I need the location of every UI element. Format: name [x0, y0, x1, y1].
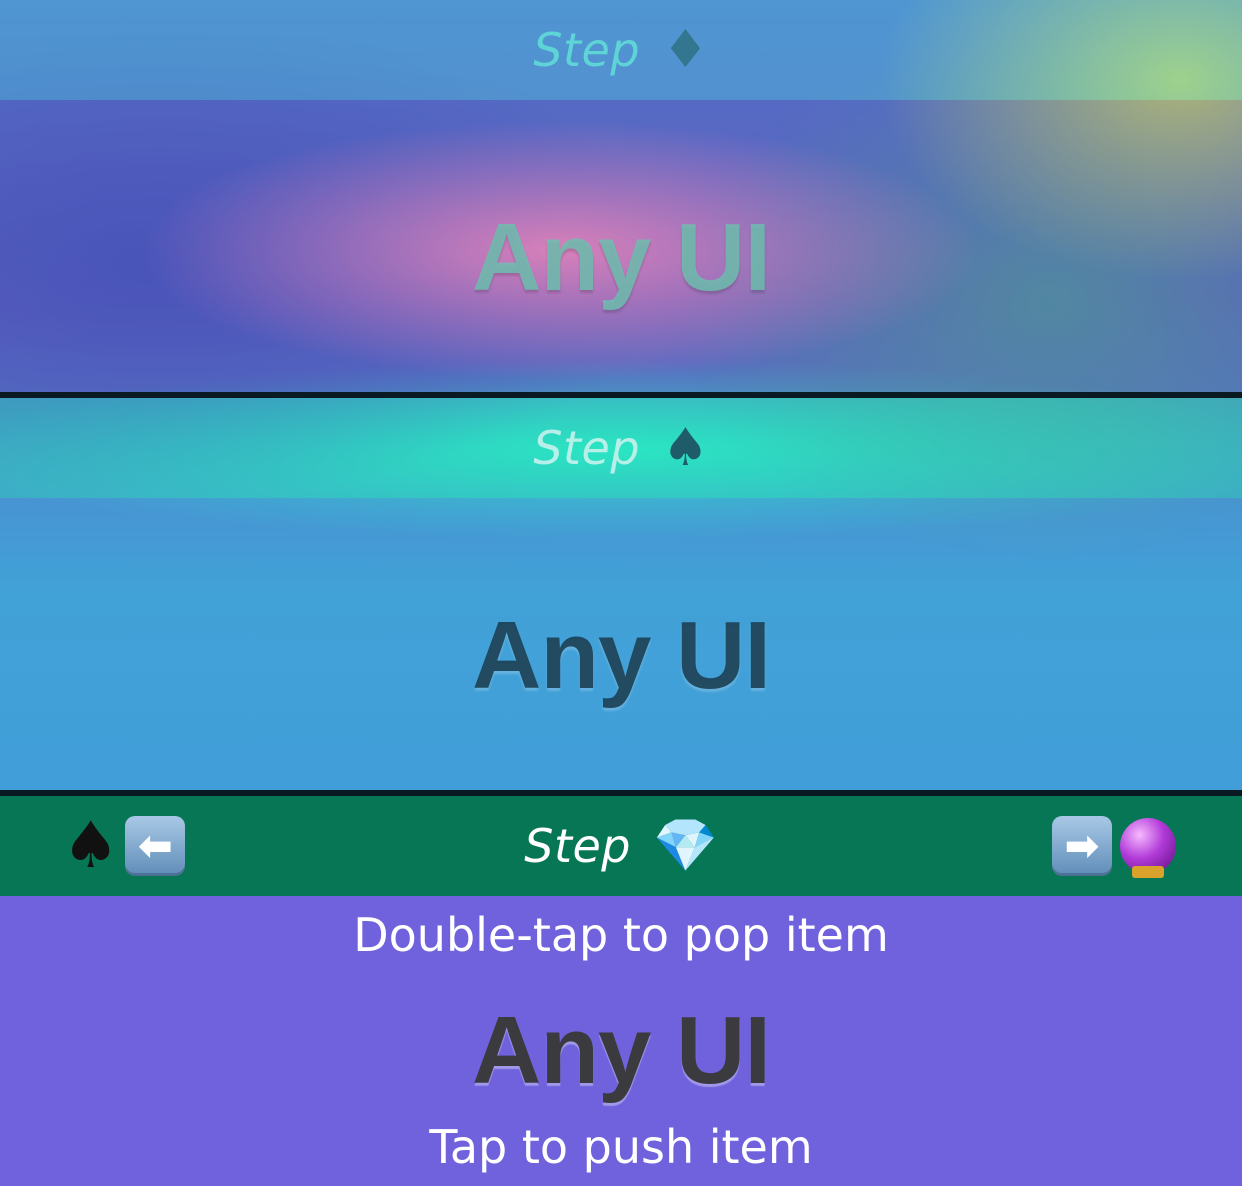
crystal-ball-icon[interactable] [1120, 818, 1176, 878]
diamond-suit-icon: ♦ [662, 20, 709, 80]
stacked-card-2: Step ♠ Any UI [0, 398, 1242, 790]
right-arrow-icon[interactable]: ➡ [1052, 816, 1112, 876]
left-bar-buttons[interactable]: ♠ ⬅ [62, 814, 186, 878]
card-3-body[interactable]: Double-tap to pop item Any UI Tap to pus… [0, 896, 1242, 1186]
card-3-navbar: ♠ ⬅ Step 💎 ➡ [0, 796, 1242, 896]
tap-hint: Tap to push item [429, 1120, 813, 1174]
right-bar-buttons[interactable]: ➡ [1052, 814, 1176, 878]
card-1-any-ui-label: Any UI [471, 204, 771, 311]
left-arrow-icon[interactable]: ⬅ [125, 816, 186, 876]
card-2-any-ui-label: Any UI [471, 602, 771, 709]
stacked-card-3-front[interactable]: ♠ ⬅ Step 💎 ➡ Double-tap to pop item Any … [0, 796, 1242, 1186]
spade-icon[interactable]: ♠ [62, 814, 119, 878]
double-tap-hint: Double-tap to pop item [353, 908, 889, 962]
card-3-nav-title: Step [524, 819, 631, 873]
gem-icon: 💎 [653, 816, 718, 876]
card-2-navbar: Step ♠ [0, 398, 1242, 498]
card-1-navbar: Step ♦ [0, 0, 1242, 100]
card-2-nav-title: Step [533, 421, 641, 475]
stacked-card-1: Step ♦ Any UI [0, 0, 1242, 392]
spade-suit-icon: ♠ [662, 418, 709, 478]
card-3-any-ui-label: Any UI [471, 997, 771, 1104]
card-1-nav-title: Step [533, 23, 641, 77]
